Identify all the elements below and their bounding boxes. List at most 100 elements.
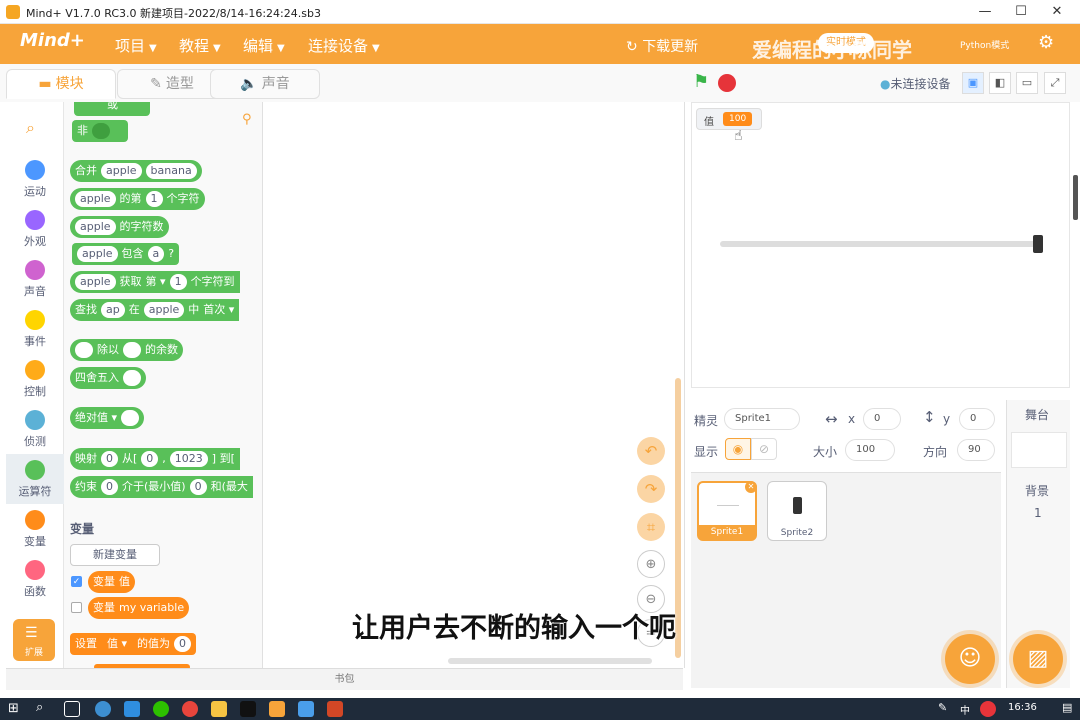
new-variable-button[interactable]: 新建变量 (70, 544, 160, 566)
variable-monitor[interactable]: 值 100 (696, 108, 762, 130)
find-arg-b[interactable]: apple (143, 302, 185, 318)
tab-sounds[interactable]: 🔈 声音 (210, 69, 320, 99)
search-icon[interactable]: ⌕ (36, 700, 43, 715)
pen-icon[interactable]: ✎ (938, 701, 947, 714)
x-input[interactable]: 0 (863, 408, 901, 430)
category-control[interactable]: 控制 (6, 354, 64, 404)
document-app-icon[interactable] (298, 701, 314, 717)
crop-icon[interactable]: ⌗ (637, 513, 665, 541)
length-of-arg[interactable]: apple (75, 219, 116, 235)
map-arg-a[interactable]: 0 (101, 451, 118, 467)
block-length-of[interactable]: apple 的字符数 (70, 216, 169, 238)
find-dropdown[interactable]: 首次 ▾ (203, 299, 234, 321)
category-sensing[interactable]: 侦测 (6, 404, 64, 454)
fullscreen-button[interactable]: ⤢ (1044, 72, 1066, 94)
block-letter-of[interactable]: apple 的第 1 个字符 (70, 188, 205, 210)
category-motion[interactable]: 运动 (6, 154, 64, 204)
backpack-bar[interactable]: 书包 (6, 668, 683, 690)
gear-icon[interactable]: ⚙ (1038, 32, 1054, 53)
block-or[interactable]: 或 (74, 102, 150, 116)
green-flag-icon[interactable]: ⚑ (693, 73, 711, 91)
variable-block-value[interactable]: 变量 值 (88, 571, 135, 593)
contains-arg-b[interactable]: a (147, 246, 165, 262)
get-arg-a[interactable]: apple (75, 274, 116, 290)
mod-arg-a[interactable] (75, 342, 93, 358)
sprite-card-sprite2[interactable]: Sprite2 (767, 481, 827, 541)
contains-arg-a[interactable]: apple (77, 246, 118, 262)
join-arg-a[interactable]: apple (101, 163, 142, 179)
folder-icon[interactable] (211, 701, 227, 717)
map-arg-c[interactable]: 1023 (169, 451, 208, 467)
block-mod[interactable]: 除以 的余数 (70, 339, 183, 361)
stage-only-button[interactable]: ▭ (1016, 72, 1038, 94)
block-round[interactable]: 四舍五入 (70, 367, 146, 389)
windows-start-icon[interactable]: ⊞ (8, 701, 19, 716)
close-button[interactable]: ✕ (1038, 0, 1076, 24)
category-variables[interactable]: 变量 (6, 504, 64, 554)
extensions-button[interactable]: ☰ 扩展 (13, 619, 55, 661)
pin-icon[interactable]: ⚲ (242, 112, 252, 127)
presentation-app-icon[interactable] (327, 701, 343, 717)
maximize-button[interactable]: ☐ (1002, 0, 1040, 24)
wechat-icon[interactable] (153, 701, 169, 717)
variable-checkbox-checked[interactable]: ✓ (71, 576, 82, 587)
math-op-dropdown[interactable]: 绝对值 ▾ (75, 407, 117, 429)
block-map[interactable]: 映射 0 从[ 0, 1023 ] 到[ (70, 448, 240, 470)
set-arg-value[interactable]: 0 (174, 636, 192, 652)
minimize-button[interactable]: — (966, 0, 1004, 24)
variable-block-my-variable[interactable]: 变量 my variable (88, 597, 190, 619)
large-stage-button[interactable]: ◧ (989, 72, 1011, 94)
block-find[interactable]: 查找 ap 在 apple 中 首次 ▾ (70, 299, 240, 321)
redo-button[interactable]: ↷ (637, 475, 665, 503)
monitor-slider-handle[interactable] (1033, 235, 1043, 253)
task-view-icon[interactable] (64, 701, 80, 717)
direction-input[interactable]: 90 (957, 439, 995, 461)
category-functions[interactable]: 函数 (6, 554, 64, 604)
category-operators[interactable]: 运算符 (6, 454, 64, 504)
category-events[interactable]: 事件 (6, 304, 64, 354)
find-arg-a[interactable]: ap (101, 302, 125, 318)
download-update-button[interactable]: ↻ 下载更新 (626, 36, 698, 56)
category-looks[interactable]: 外观 (6, 204, 64, 254)
show-visible-button[interactable]: ◉ (725, 438, 751, 460)
device-status[interactable]: ●未连接设备 (880, 75, 951, 92)
get-dropdown[interactable]: 第 ▾ (146, 271, 166, 293)
sprite-name-input[interactable]: Sprite1 (724, 408, 800, 430)
math-op-arg[interactable] (121, 410, 140, 426)
delete-sprite-icon[interactable]: ✕ (745, 481, 757, 493)
network-app-icon[interactable] (95, 701, 111, 717)
undo-button[interactable]: ↶ (637, 437, 665, 465)
menu-connect-device[interactable]: 连接设备 ▼ (308, 35, 380, 56)
input-method-icon[interactable] (980, 701, 996, 717)
constrain-arg-a[interactable]: 0 (101, 479, 118, 495)
menu-tutorial[interactable]: 教程 ▼ (179, 35, 221, 56)
block-constrain[interactable]: 约束 0 介于(最小值) 0 和(最大 (70, 476, 253, 498)
block-join[interactable]: 合并 apple banana (70, 160, 202, 182)
script-horizontal-scrollbar[interactable] (448, 658, 652, 664)
capcut-icon[interactable] (240, 701, 256, 717)
edge-icon[interactable] (124, 701, 140, 717)
map-arg-b[interactable]: 0 (141, 451, 159, 467)
python-mode-toggle[interactable]: Python模式 (960, 38, 1009, 51)
variable-checkbox[interactable] (71, 602, 82, 613)
small-stage-button[interactable]: ▣ (962, 72, 984, 94)
mod-arg-b[interactable] (123, 342, 141, 358)
tab-blocks[interactable]: ▬ 模块 (6, 69, 116, 99)
chrome-icon[interactable] (182, 701, 198, 717)
mindplus-taskbar-icon[interactable] (269, 701, 285, 717)
block-not[interactable]: 非 (72, 120, 128, 142)
add-sprite-button[interactable]: ☺ (945, 634, 995, 684)
block-set-variable[interactable]: 设置 值 ▾ 的值为 0 (70, 633, 197, 655)
monitor-slider-track[interactable] (720, 241, 1042, 247)
sprite-card-sprite1[interactable]: ✕ Sprite1 (697, 481, 757, 541)
block-contains[interactable]: apple 包含 a ? (72, 243, 180, 265)
ime-indicator[interactable]: 中 (960, 702, 970, 717)
taskbar-clock[interactable]: 16:36 (1008, 702, 1037, 713)
set-dropdown[interactable]: 值 ▾ (101, 635, 134, 653)
block-get-substring[interactable]: apple 获取 第 ▾ 1 个字符到 (70, 271, 240, 293)
get-arg-n[interactable]: 1 (169, 274, 187, 290)
menu-edit[interactable]: 编辑 ▼ (243, 35, 285, 56)
letter-of-arg-n[interactable]: 1 (145, 191, 163, 207)
block-math-op[interactable]: 绝对值 ▾ (70, 407, 145, 429)
menu-project[interactable]: 项目 ▼ (115, 35, 157, 56)
